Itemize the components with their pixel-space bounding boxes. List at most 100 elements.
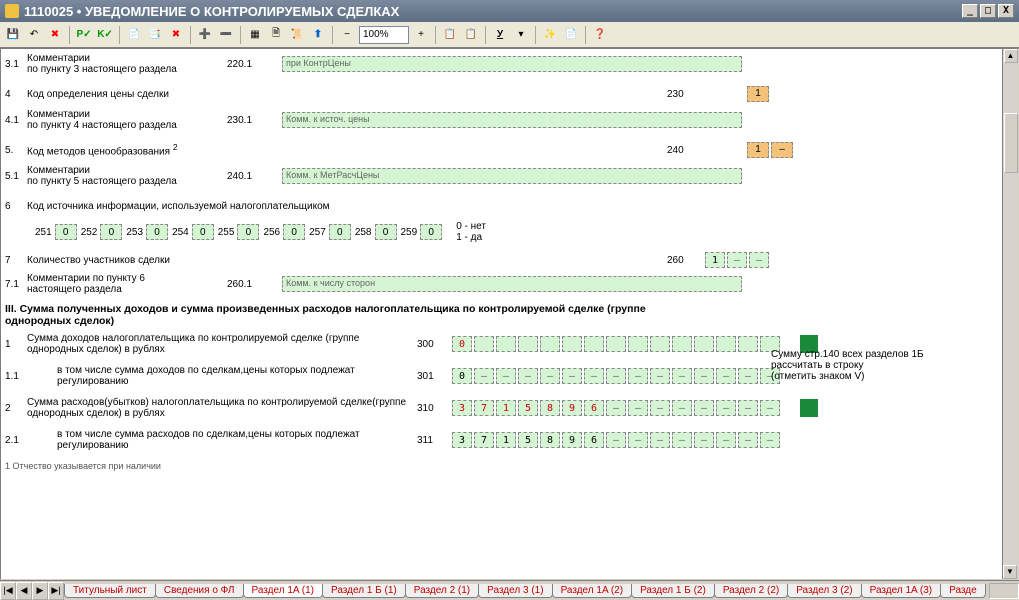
sheet-tab[interactable]: Раздел 3 (1)	[478, 584, 552, 598]
digit-cell[interactable]: 7	[474, 400, 494, 416]
zoom-in-icon[interactable]: +	[412, 26, 430, 44]
sheet-tab[interactable]: Раздел 1A (3)	[861, 584, 942, 598]
code-value-field[interactable]: –	[771, 142, 793, 158]
close-button[interactable]: X	[998, 4, 1014, 18]
digit-cell[interactable]	[738, 336, 758, 352]
digit-cell[interactable]: –	[716, 368, 736, 384]
digit-cell[interactable]: –	[562, 368, 582, 384]
digit-cell[interactable]: –	[606, 368, 626, 384]
sheet-tab[interactable]: Раздел 1 Б (1)	[322, 584, 406, 598]
digit-cell[interactable]: –	[716, 400, 736, 416]
digit-cell[interactable]	[474, 336, 494, 352]
export-icon[interactable]: ⬆	[309, 26, 327, 44]
save-icon[interactable]: 💾	[4, 26, 22, 44]
scroll-up-icon[interactable]: ▲	[1004, 49, 1018, 63]
digit-cell[interactable]: –	[749, 252, 769, 268]
digit-cell[interactable]: –	[738, 400, 758, 416]
cell-value[interactable]: 0	[329, 224, 351, 240]
digit-cell[interactable]: –	[628, 368, 648, 384]
digit-cell[interactable]: –	[650, 368, 670, 384]
digit-cell[interactable]: –	[606, 432, 626, 448]
digit-cell[interactable]: 8	[540, 400, 560, 416]
digit-cell[interactable]: 3	[452, 432, 472, 448]
digit-cell[interactable]: –	[694, 400, 714, 416]
comment-field[interactable]: Комм. к источ. цены	[282, 112, 742, 128]
add-row-icon[interactable]: ➕	[196, 26, 214, 44]
digit-cell[interactable]	[672, 336, 692, 352]
sheet-tab[interactable]: Сведения о ФЛ	[155, 584, 244, 598]
digit-cell[interactable]	[518, 336, 538, 352]
digit-cell[interactable]: 0	[452, 368, 472, 384]
digit-cell[interactable]: –	[628, 400, 648, 416]
digit-cell[interactable]	[540, 336, 560, 352]
sheet-tab[interactable]: Раздел 2 (2)	[714, 584, 788, 598]
wand-icon[interactable]: ✨	[541, 26, 559, 44]
digit-cell[interactable]: 1	[705, 252, 725, 268]
digit-cell[interactable]: 7	[474, 432, 494, 448]
digit-cell[interactable]: –	[694, 432, 714, 448]
digit-cell[interactable]: –	[474, 368, 494, 384]
tab-nav-button[interactable]: |◀	[0, 582, 16, 600]
digit-cell[interactable]	[496, 336, 516, 352]
sheet-tab[interactable]: Раздел 2 (1)	[405, 584, 479, 598]
cell-value[interactable]: 0	[420, 224, 442, 240]
digit-cell[interactable]	[606, 336, 626, 352]
digit-cell[interactable]: –	[694, 368, 714, 384]
add-sheet-icon[interactable]: 📄	[125, 26, 143, 44]
tab-nav-button[interactable]: ▶|	[48, 582, 64, 600]
scroll-down-icon[interactable]: ▼	[1003, 565, 1017, 579]
sheet-tab[interactable]: Раздел 1 Б (2)	[631, 584, 715, 598]
digit-cell[interactable]: –	[628, 432, 648, 448]
digit-cell[interactable]: –	[716, 432, 736, 448]
digit-cell[interactable]	[562, 336, 582, 352]
cell-value[interactable]: 0	[146, 224, 168, 240]
form2-icon[interactable]: 📋	[462, 26, 480, 44]
digit-cell[interactable]: 1	[496, 400, 516, 416]
digit-cell[interactable]	[716, 336, 736, 352]
digit-cell[interactable]: 6	[584, 432, 604, 448]
digit-cell[interactable]: –	[738, 368, 758, 384]
code-value-field[interactable]: 1	[747, 142, 769, 158]
preview-icon[interactable]: 🗎	[267, 26, 285, 44]
participants-field[interactable]: 1––	[705, 252, 769, 268]
digit-cell[interactable]	[584, 336, 604, 352]
amount-field[interactable]: 3715896––––––––	[452, 400, 780, 416]
digit-cell[interactable]: 9	[562, 432, 582, 448]
vertical-scrollbar[interactable]: ▲ ▼	[1002, 49, 1018, 579]
cell-value[interactable]: 0	[283, 224, 305, 240]
comment-field[interactable]: Комм. к МетРасчЦены	[282, 168, 742, 184]
digit-cell[interactable]: –	[672, 432, 692, 448]
help-icon[interactable]: ❓	[591, 26, 609, 44]
code-value-field[interactable]: 1	[747, 86, 769, 102]
digit-cell[interactable]: –	[738, 432, 758, 448]
digit-cell[interactable]: –	[540, 368, 560, 384]
delete-icon[interactable]: ✖	[46, 26, 64, 44]
horizontal-scrollbar[interactable]	[989, 583, 1019, 599]
copy-sheet-icon[interactable]: 📑	[146, 26, 164, 44]
digit-cell[interactable]: 0	[452, 336, 472, 352]
tab-nav-button[interactable]: ▶	[32, 582, 48, 600]
k-button[interactable]: K✓	[96, 26, 114, 44]
digit-cell[interactable]: –	[672, 368, 692, 384]
minimize-button[interactable]: _	[962, 4, 978, 18]
amount-field[interactable]: 0––––––––––––––	[452, 368, 780, 384]
cell-value[interactable]: 0	[237, 224, 259, 240]
sheet-tab[interactable]: Разде	[940, 584, 986, 598]
sheet-tab[interactable]: Раздел 1A (2)	[552, 584, 633, 598]
digit-cell[interactable]: –	[584, 368, 604, 384]
scroll-icon[interactable]: 📜	[288, 26, 306, 44]
maximize-button[interactable]: □	[980, 4, 996, 18]
undo-icon[interactable]: ↶	[25, 26, 43, 44]
digit-cell[interactable]: 3	[452, 400, 472, 416]
digit-cell[interactable]: –	[650, 432, 670, 448]
cell-value[interactable]: 0	[192, 224, 214, 240]
tab-nav-button[interactable]: ◀	[16, 582, 32, 600]
amount-field[interactable]: 0	[452, 336, 780, 352]
digit-cell[interactable]: –	[650, 400, 670, 416]
scroll-thumb[interactable]	[1004, 113, 1018, 173]
digit-cell[interactable]: –	[727, 252, 747, 268]
zoom-out-icon[interactable]: −	[338, 26, 356, 44]
calc-checkbox[interactable]	[800, 399, 818, 417]
digit-cell[interactable]	[694, 336, 714, 352]
sheet-tab[interactable]: Титульный лист	[64, 584, 156, 598]
